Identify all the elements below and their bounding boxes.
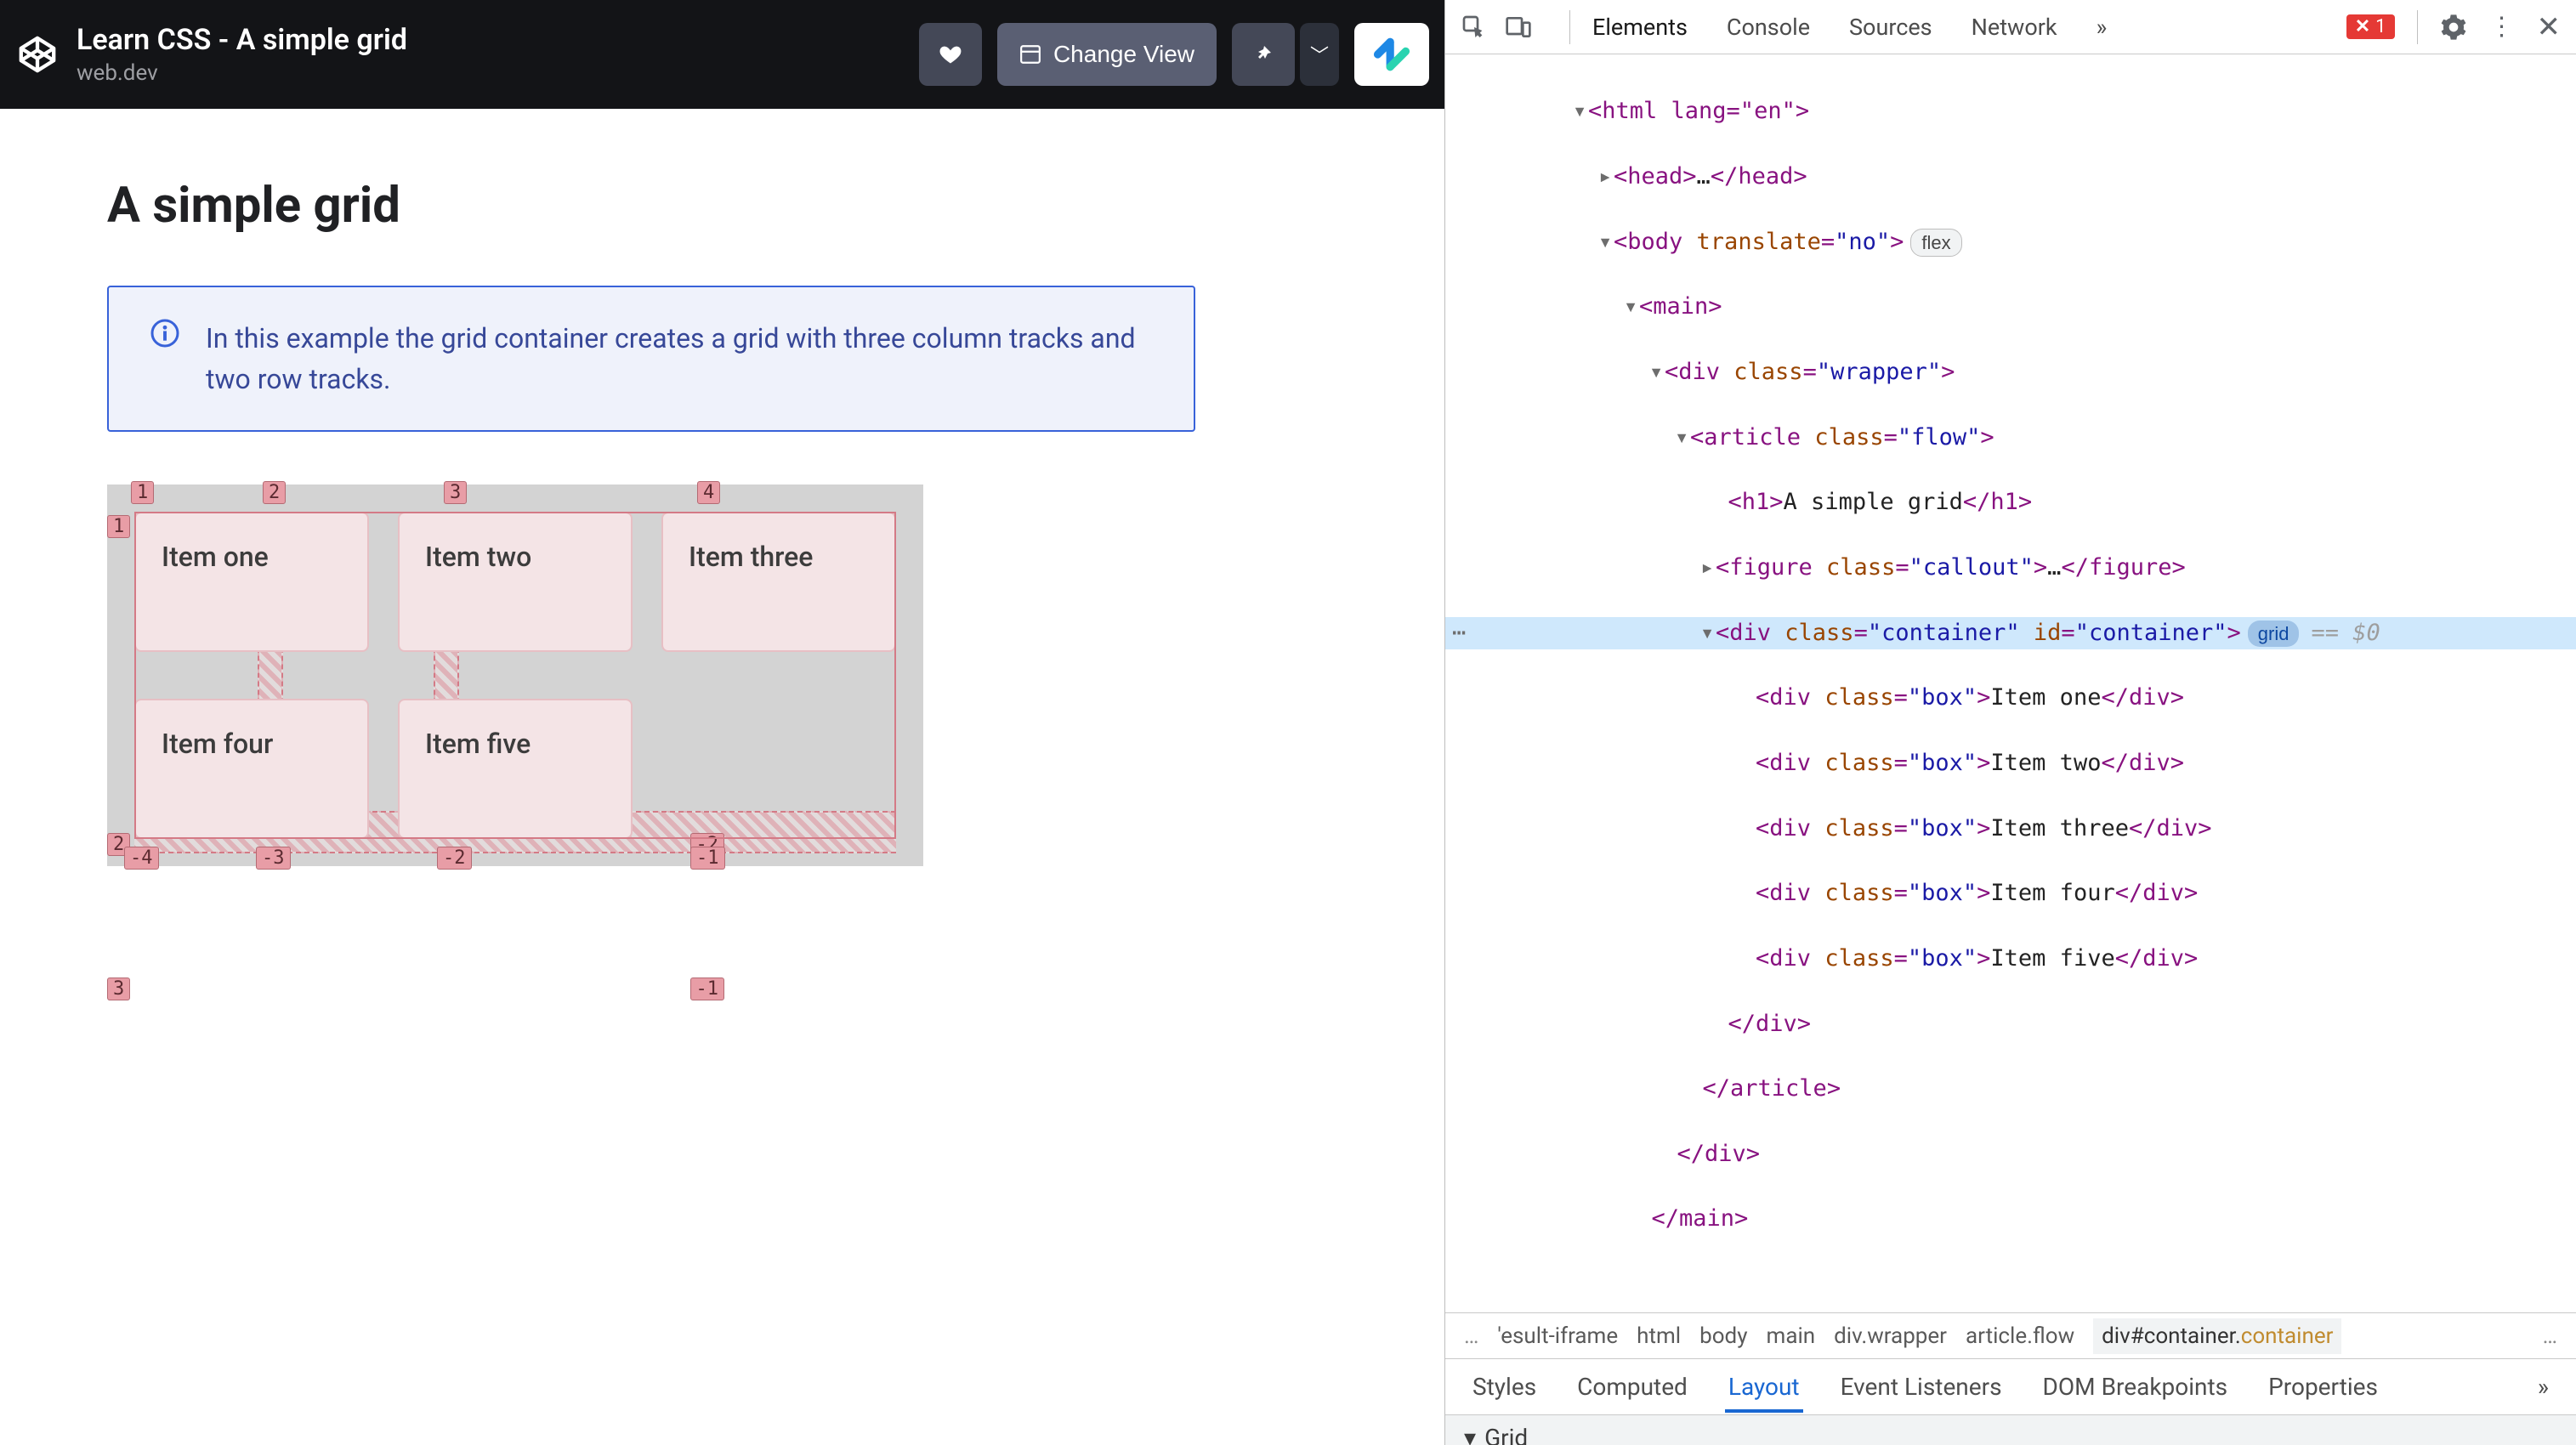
dom-tree[interactable]: ▾<html lang="en"> ▸<head>…</head> ▾<body… <box>1445 54 2576 1313</box>
dom-line[interactable]: <div class="box">Item four</div> <box>1445 877 2576 910</box>
subtab-computed[interactable]: Computed <box>1574 1361 1691 1413</box>
dom-line[interactable]: <h1>A simple grid</h1> <box>1445 486 2576 518</box>
dom-line[interactable]: <div class="box">Item two</div> <box>1445 747 2576 779</box>
dom-line[interactable]: ▾<article class="flow"> <box>1445 422 2576 454</box>
pen-title: Learn CSS - A simple grid <box>77 23 902 57</box>
devtools-panel: Elements Console Sources Network » ✕1 ⋮ … <box>1445 0 2576 1445</box>
codepen-logo-icon[interactable] <box>15 32 60 76</box>
pin-dropdown-button[interactable]: ﹀ <box>1300 23 1339 86</box>
dom-line[interactable]: </main> <box>1445 1203 2576 1235</box>
layout-panel: ▾ Grid Overlay display settings Show lin… <box>1445 1415 2576 1445</box>
dom-line[interactable]: <div class="box">Item three</div> <box>1445 813 2576 845</box>
dom-line[interactable]: </div> <box>1445 1008 2576 1040</box>
pin-button[interactable] <box>1232 23 1295 86</box>
breadcrumb[interactable]: … 'esult-iframe html body main div.wrapp… <box>1445 1313 2576 1359</box>
dom-line[interactable]: </div> <box>1445 1138 2576 1170</box>
grid-item: Item four <box>134 699 369 839</box>
grid-badge[interactable]: grid <box>2248 620 2300 647</box>
dom-line[interactable]: ▸<head>…</head> <box>1445 161 2576 193</box>
subtab-dom-breakpoints[interactable]: DOM Breakpoints <box>2040 1361 2232 1413</box>
callout-text: In this example the grid container creat… <box>206 318 1155 400</box>
grid-line-label: 3 <box>107 978 130 1000</box>
disclosure-triangle-icon: ▾ <box>1464 1424 1476 1445</box>
dollar-zero: == $0 <box>2311 620 2380 646</box>
info-icon <box>148 318 182 400</box>
subtab-layout[interactable]: Layout <box>1725 1361 1803 1413</box>
dom-line[interactable]: ▾<main> <box>1445 291 2576 323</box>
grid-background: Item one Item two Item three Item four I… <box>107 484 923 866</box>
dom-line-selected[interactable]: ⋯▾<div class="container" id="container">… <box>1445 617 2576 649</box>
breadcrumb-item[interactable]: div.wrapper <box>1834 1323 1947 1349</box>
dom-line[interactable]: </article> <box>1445 1073 2576 1105</box>
breadcrumb-item[interactable]: html <box>1637 1323 1681 1349</box>
subtab-more[interactable]: » <box>2534 1361 2552 1413</box>
tab-more[interactable]: » <box>2095 2 2109 53</box>
preview-body: A simple grid In this example the grid c… <box>0 109 1444 1445</box>
tab-sources[interactable]: Sources <box>1847 2 1934 53</box>
elements-subtabs: Styles Computed Layout Event Listeners D… <box>1445 1359 2576 1415</box>
tab-network[interactable]: Network <box>1970 2 2059 53</box>
layout-icon <box>1019 43 1041 65</box>
codepen-panel: Learn CSS - A simple grid web.dev Change… <box>0 0 1445 1445</box>
grid-figure: Item one Item two Item three Item four I… <box>107 484 923 866</box>
dom-line[interactable]: <div class="box">Item five</div> <box>1445 943 2576 975</box>
service-logo-icon <box>1373 36 1410 73</box>
service-avatar-button[interactable] <box>1354 23 1429 86</box>
grid-item: Item five <box>398 699 633 839</box>
divider <box>2417 10 2418 44</box>
devtools-top-bar: Elements Console Sources Network » ✕1 ⋮ … <box>1445 0 2576 54</box>
subtab-event-listeners[interactable]: Event Listeners <box>1837 1361 2006 1413</box>
breadcrumb-more-left[interactable]: … <box>1464 1323 1478 1349</box>
heart-icon <box>939 42 962 66</box>
tab-elements[interactable]: Elements <box>1591 2 1689 53</box>
grid-section-header[interactable]: ▾ Grid <box>1445 1415 2576 1445</box>
grid-section-title: Grid <box>1484 1424 1528 1445</box>
settings-icon[interactable] <box>2440 14 2467 41</box>
breadcrumb-item[interactable]: 'esult-iframe <box>1497 1323 1618 1349</box>
breadcrumb-leaf[interactable]: div#container.container <box>2093 1318 2341 1354</box>
pin-icon <box>1253 44 1274 65</box>
breadcrumb-item[interactable]: main <box>1767 1323 1816 1349</box>
breadcrumb-item[interactable]: article.flow <box>1966 1323 2074 1349</box>
title-block: Learn CSS - A simple grid web.dev <box>77 23 902 86</box>
dom-line[interactable]: <div class="box">Item one</div> <box>1445 682 2576 714</box>
like-button[interactable] <box>919 23 982 86</box>
kebab-icon[interactable]: ⋮ <box>2489 12 2515 42</box>
codepen-header: Learn CSS - A simple grid web.dev Change… <box>0 0 1444 109</box>
pen-author: web.dev <box>77 60 902 86</box>
breadcrumb-more-right[interactable]: … <box>2543 1323 2557 1349</box>
grid-item: Item one <box>134 512 369 652</box>
dom-line[interactable]: ▸<figure class="callout">…</figure> <box>1445 552 2576 584</box>
subtab-properties[interactable]: Properties <box>2265 1361 2381 1413</box>
devtools-tabs: Elements Console Sources Network » <box>1591 0 2108 54</box>
callout: In this example the grid container creat… <box>107 286 1195 432</box>
chevron-down-icon: ﹀ <box>1310 41 1329 68</box>
grid-container: Item one Item two Item three Item four I… <box>134 512 896 839</box>
subtab-styles[interactable]: Styles <box>1469 1361 1540 1413</box>
dom-line[interactable]: ▾<div class="wrapper"> <box>1445 356 2576 388</box>
grid-item: Item two <box>398 512 633 652</box>
grid-line-label: -1 <box>690 978 725 1000</box>
inspect-icon[interactable] <box>1461 14 1488 41</box>
flex-badge[interactable]: flex <box>1910 229 1961 257</box>
device-toolbar-icon[interactable] <box>1505 14 1532 41</box>
error-x-icon: ✕ <box>2355 16 2370 37</box>
close-icon[interactable]: ✕ <box>2537 10 2562 44</box>
grid-item: Item three <box>661 512 896 652</box>
breadcrumb-item[interactable]: body <box>1699 1323 1747 1349</box>
change-view-button[interactable]: Change View <box>997 23 1217 86</box>
error-count: 1 <box>2375 16 2386 37</box>
change-view-label: Change View <box>1053 41 1194 68</box>
error-count-badge[interactable]: ✕1 <box>2346 14 2395 39</box>
dom-line[interactable]: ▾<body translate="no">flex <box>1445 226 2576 258</box>
page-title: A simple grid <box>107 177 1337 235</box>
tab-console[interactable]: Console <box>1725 2 1812 53</box>
divider <box>1569 10 1570 44</box>
dom-line[interactable]: ▾<html lang="en"> <box>1445 95 2576 128</box>
